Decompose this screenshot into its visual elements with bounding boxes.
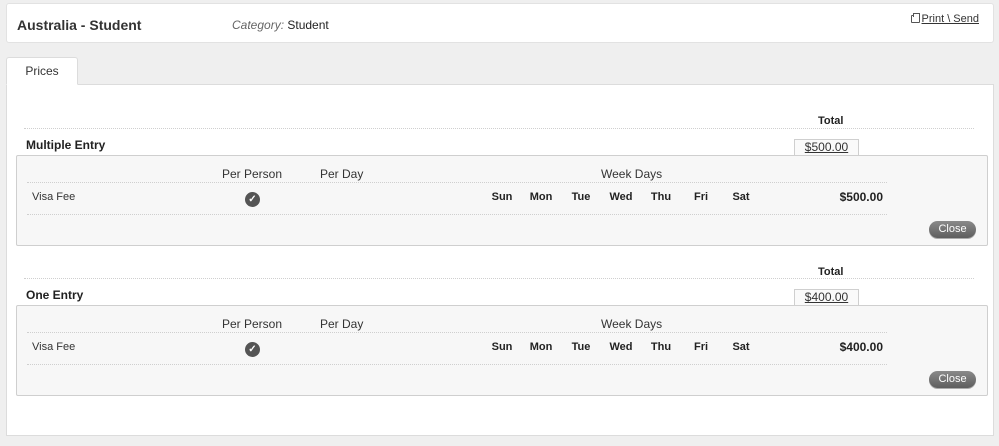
col-per-person: Per Person <box>222 317 283 331</box>
price-detail-box: Per Person Per Day Week Days Visa Fee ✓ … <box>16 305 988 396</box>
category-info: Category: Student <box>232 18 329 32</box>
day-sun: Sun <box>491 191 513 203</box>
day-sat: Sat <box>732 341 750 353</box>
divider <box>27 364 887 365</box>
category-label: Category: <box>232 18 285 32</box>
day-tue: Tue <box>571 191 591 203</box>
day-sat: Sat <box>732 191 750 203</box>
col-week-days: Week Days <box>601 317 663 331</box>
day-tue: Tue <box>571 341 591 353</box>
day-fri: Fri <box>693 191 709 203</box>
row-amount: $500.00 <box>839 190 883 204</box>
day-thu: Thu <box>650 341 672 353</box>
total-header: Total <box>818 266 844 278</box>
category-value: Student <box>287 18 329 32</box>
col-per-day: Per Day <box>320 167 364 181</box>
total-header: Total <box>818 115 844 127</box>
print-send-link[interactable]: Print \ Send <box>910 13 979 25</box>
day-thu: Thu <box>650 191 672 203</box>
col-week-days: Week Days <box>601 167 663 181</box>
printer-icon <box>910 13 920 23</box>
check-icon: ✓ <box>245 192 260 207</box>
divider <box>27 332 887 333</box>
price-section: Total Multiple Entry $500.00 Per Person … <box>16 115 988 247</box>
section-total-link[interactable]: $500.00 <box>794 139 859 156</box>
price-detail-box: Per Person Per Day Week Days Visa Fee ✓ … <box>16 155 988 246</box>
section-total-link[interactable]: $400.00 <box>794 289 859 306</box>
close-button[interactable]: Close <box>929 221 976 238</box>
row-label: Visa Fee <box>32 191 76 203</box>
divider <box>24 128 974 129</box>
divider <box>24 278 974 279</box>
col-per-day: Per Day <box>320 317 364 331</box>
tab-prices[interactable]: Prices <box>6 57 78 85</box>
col-per-person: Per Person <box>222 167 283 181</box>
page-title: Australia - Student <box>17 17 142 33</box>
day-sun: Sun <box>491 341 513 353</box>
row-label: Visa Fee <box>32 341 76 353</box>
check-icon: ✓ <box>245 342 260 357</box>
day-mon: Mon <box>529 191 553 203</box>
price-section: Total One Entry $400.00 Per Person Per D… <box>16 266 988 398</box>
section-title: Multiple Entry <box>26 138 106 152</box>
row-amount: $400.00 <box>839 340 883 354</box>
page-header: Australia - Student Category: Student Pr… <box>6 3 994 43</box>
divider <box>27 214 887 215</box>
section-title: One Entry <box>26 288 84 302</box>
day-fri: Fri <box>693 341 709 353</box>
close-button[interactable]: Close <box>929 371 976 388</box>
day-wed: Wed <box>609 341 633 353</box>
print-send-label: Print \ Send <box>921 13 979 25</box>
day-wed: Wed <box>609 191 633 203</box>
day-mon: Mon <box>529 341 553 353</box>
divider <box>27 182 887 183</box>
